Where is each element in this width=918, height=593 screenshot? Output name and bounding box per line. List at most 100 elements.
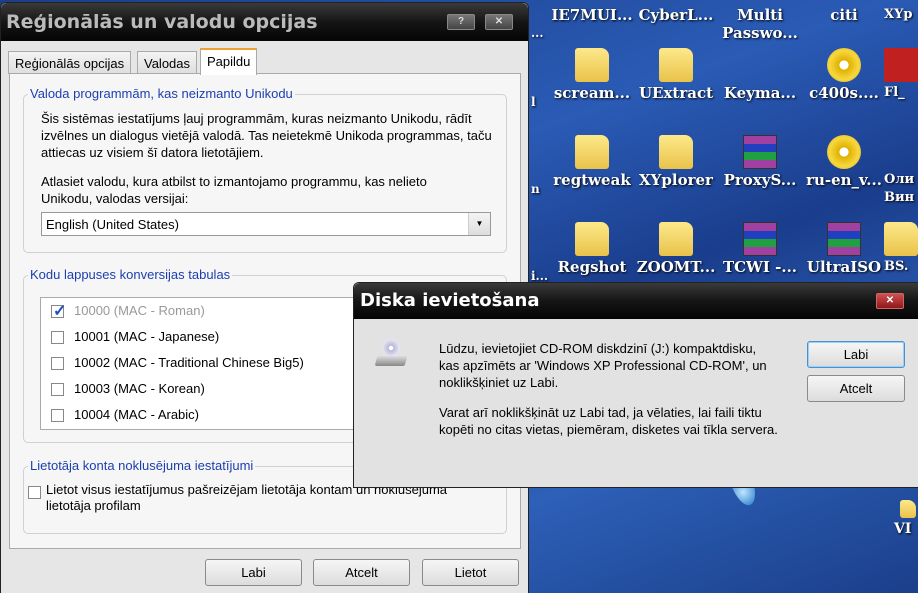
desktop-icon[interactable]: ru-en_v... (802, 135, 886, 189)
desktop-icon[interactable]: IE7MUI... (550, 6, 634, 24)
tab-advanced[interactable]: Papildu (200, 48, 258, 75)
cd-icon (827, 135, 861, 169)
folder-icon (575, 135, 609, 169)
title-bar[interactable]: Diska ievietošana ✕ (354, 283, 918, 319)
cancel-button[interactable]: Atcelt (807, 375, 905, 402)
folder-icon (575, 48, 609, 82)
desktop-icon[interactable]: citi (802, 6, 886, 24)
group-label: Kodu lappuses konversijas tabulas (28, 267, 233, 282)
code-page-label: 10002 (MAC - Traditional Chinese Big5) (74, 355, 304, 370)
cancel-button[interactable]: Atcelt (313, 559, 410, 586)
tab-regional-options[interactable]: Reģionālās opcijas (8, 51, 132, 74)
code-page-label: 10001 (MAC - Japanese) (74, 329, 220, 344)
title-bar[interactable]: Reģionālās un valodu opcijas ? ✕ (1, 3, 528, 41)
desktop-icon-label: TCWI -... (722, 258, 798, 276)
apply-to-default-profile-checkbox[interactable] (28, 486, 41, 499)
window-icon (884, 135, 918, 169)
cd-drive-icon (374, 339, 408, 369)
desktop-icon[interactable]: Regshot (550, 222, 634, 276)
desktop-icon-label: Keyma... (723, 84, 797, 102)
code-page-checkbox[interactable]: ✓ (51, 303, 66, 320)
alternative-source-message: Varat arī noklikšķināt uz Labi tad, ja v… (439, 405, 778, 437)
help-button[interactable]: ? (447, 14, 475, 30)
desktop-icon-label: ... (531, 26, 544, 40)
desktop-icon[interactable]: scream... (550, 48, 634, 102)
desktop-icon[interactable]: Keyma... (718, 48, 802, 102)
desktop-icon-label: Regshot (557, 258, 627, 276)
close-button[interactable]: ✕ (876, 293, 904, 309)
group-label: Valoda programmām, kas neizmanto Unikodu (28, 86, 295, 101)
ok-button[interactable]: Labi (807, 341, 905, 368)
desktop-icon[interactable]: regtweak (550, 135, 634, 189)
rar-icon (743, 222, 777, 256)
desktop-icon-label: Multi Passwo... (722, 6, 798, 42)
desktop-icon-label: CyberL... (638, 6, 714, 24)
code-page-checkbox[interactable] (51, 331, 64, 345)
chevron-down-icon[interactable]: ▼ (468, 213, 490, 235)
code-page-label: 10003 (MAC - Korean) (74, 381, 205, 396)
apply-button[interactable]: Lietot (422, 559, 519, 586)
code-page-checkbox[interactable] (51, 357, 64, 371)
folder-icon (884, 222, 918, 256)
code-page-label: 10000 (MAC - Roman) (74, 303, 205, 318)
desktop-icon-label: regtweak (553, 171, 631, 189)
desktop-icon-label: Fl_ (884, 85, 905, 100)
tab-languages[interactable]: Valodas (137, 51, 198, 74)
desktop-icon[interactable]: Fl_ (884, 48, 918, 102)
checkmark-icon: ✓ (53, 303, 67, 321)
close-button[interactable]: ✕ (485, 14, 513, 30)
desktop-icon-label: c400s.... (809, 84, 879, 102)
dialog-title: Reģionālās un valodu opcijas (6, 11, 318, 33)
desktop-icon[interactable]: ZOOMT... (634, 222, 718, 276)
window-icon (743, 48, 777, 82)
desktop-icon[interactable]: UltraISO (802, 222, 886, 276)
code-page-label: 10004 (MAC - Arabic) (74, 407, 199, 422)
desktop-icon[interactable]: Multi Passwo... (718, 6, 802, 42)
folder-icon (659, 48, 693, 82)
desktop-icon[interactable]: CyberL... (634, 6, 718, 24)
unicode-description: Šis sistēmas iestatījums ļauj programmām… (41, 111, 492, 160)
desktop-icon-label: UltraISO (806, 258, 882, 276)
select-language-prompt: Atlasiet valodu, kura atbilst to izmanto… (41, 174, 427, 206)
desktop-icon[interactable]: c400s.... (802, 48, 886, 102)
desktop-icon-label: citi (830, 6, 858, 24)
desktop-icon-partial[interactable]: VI (894, 500, 918, 538)
desktop-icon-label: BS. (884, 259, 909, 274)
group-label: Lietotāja konta noklusējuma iestatījumi (28, 458, 256, 473)
code-page-checkbox[interactable] (51, 383, 64, 397)
code-page-checkbox[interactable] (51, 409, 64, 423)
desktop-icon-label: n (531, 182, 540, 196)
red-icon (884, 48, 918, 82)
desktop-icon[interactable]: TCWI -... (718, 222, 802, 276)
language-dropdown[interactable]: English (United States) ▼ (41, 212, 491, 236)
desktop-icon-label: scream... (553, 84, 631, 102)
cd-icon (827, 48, 861, 82)
unicode-language-group: Valoda programmām, kas neizmanto Unikodu… (23, 86, 507, 253)
desktop-icon-label: XYp (884, 7, 913, 22)
ok-button[interactable]: Labi (205, 559, 302, 586)
desktop-icon-label: IE7MUI... (551, 6, 633, 24)
desktop-icon-label: ru-en_v... (806, 171, 882, 189)
desktop-icon[interactable]: BS. (884, 222, 918, 276)
desktop-icon-label: XYplorer (639, 171, 713, 189)
desktop-icon-label: Оли Вин (884, 172, 915, 205)
dropdown-value: English (United States) (46, 217, 179, 232)
desktop-icon-label: l (531, 95, 536, 109)
folder-icon (575, 222, 609, 256)
desktop-icon[interactable]: ProxyS... (718, 135, 802, 189)
desktop-icon[interactable]: Оли Вин (884, 135, 918, 207)
desktop-icon-label: ZOOMT... (636, 258, 716, 276)
desktop-icon[interactable]: XYp (884, 6, 918, 24)
dialog-title: Diska ievietošana (360, 290, 540, 311)
desktop-icon[interactable]: XYplorer (634, 135, 718, 189)
desktop-icon-label: ProxyS... (723, 171, 797, 189)
desktop-icon[interactable]: UExtract (634, 48, 718, 102)
folder-icon (659, 222, 693, 256)
desktop-icon-label: UExtract (638, 84, 714, 102)
desktop-icon-label: VI (894, 521, 912, 537)
rar-icon (827, 222, 861, 256)
rar-icon (743, 135, 777, 169)
insert-disk-message: Lūdzu, ievietojiet CD-ROM diskdzinī (J:)… (439, 341, 767, 390)
folder-icon (659, 135, 693, 169)
insert-disk-dialog: Diska ievietošana ✕ Lūdzu, ievietojiet C… (353, 282, 918, 488)
